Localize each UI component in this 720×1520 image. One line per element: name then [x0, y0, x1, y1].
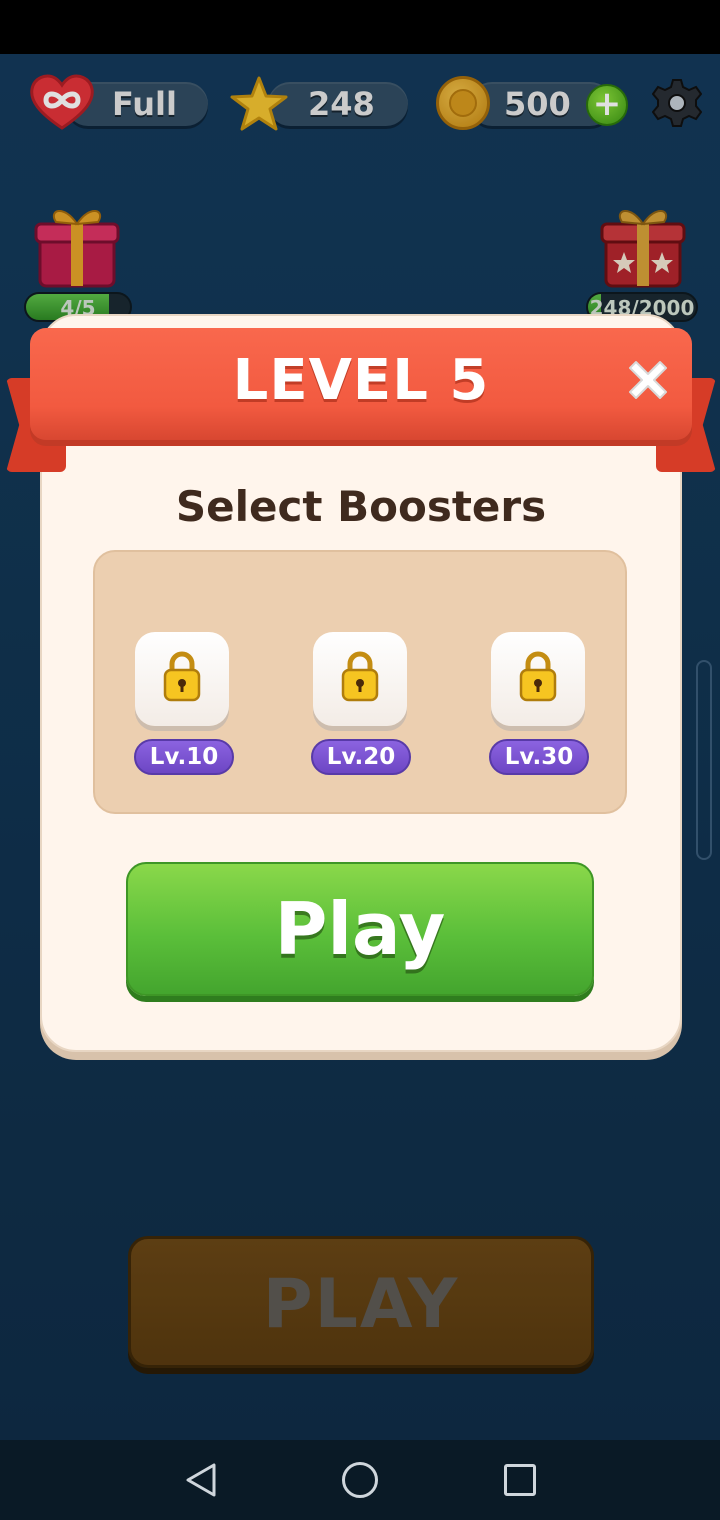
lock-icon [163, 651, 201, 702]
close-icon[interactable] [622, 354, 674, 406]
status-bar [0, 0, 720, 54]
booster-slot-1[interactable] [135, 632, 229, 726]
booster-level-badge: Lv.20 [311, 739, 411, 775]
play-label: Play [274, 887, 446, 971]
select-boosters-title: Select Boosters [175, 482, 547, 531]
lock-icon [519, 651, 557, 702]
booster-level-badge: Lv.30 [489, 739, 589, 775]
title-ribbon: LEVEL 5 [30, 328, 692, 440]
modal-title: LEVEL 5 [232, 348, 490, 413]
play-button[interactable]: Play [126, 862, 594, 996]
booster-level-badge: Lv.10 [134, 739, 234, 775]
nav-home-icon[interactable] [342, 1462, 378, 1498]
booster-slot-3[interactable] [491, 632, 585, 726]
booster-slot-2[interactable] [313, 632, 407, 726]
nav-back-icon[interactable] [184, 1462, 220, 1498]
nav-recents-icon[interactable] [504, 1464, 536, 1496]
lock-icon [341, 651, 379, 702]
